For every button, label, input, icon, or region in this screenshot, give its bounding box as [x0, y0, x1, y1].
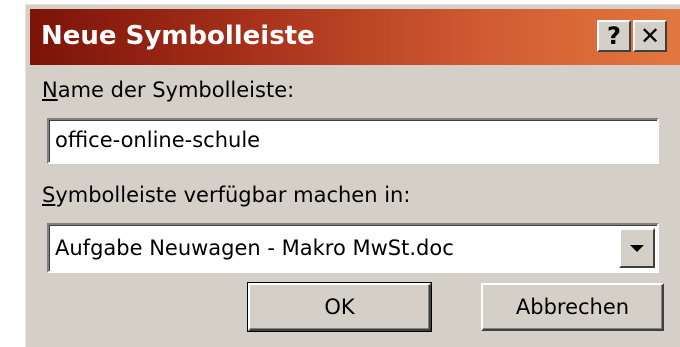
toolbar-name-input[interactable]: office-online-schule	[47, 118, 659, 164]
cancel-button[interactable]: Abbrechen	[481, 283, 664, 331]
title-bar[interactable]: Neue Symbolleiste ? ✕	[30, 9, 680, 65]
toolbar-name-label: Name der Symbolleiste:	[42, 77, 294, 103]
chevron-down-icon	[630, 244, 644, 252]
toolbar-name-label-text: ame der Symbolleiste:	[57, 78, 295, 102]
make-available-value: Aufgabe Neuwagen - Makro MwSt.doc	[55, 236, 454, 260]
help-button[interactable]: ?	[597, 20, 631, 52]
toolbar-name-label-mnemonic: N	[42, 78, 58, 102]
new-toolbar-dialog: Neue Symbolleiste ? ✕ Name der Symbollei…	[25, 4, 680, 347]
make-available-label-mnemonic: S	[42, 183, 56, 207]
make-available-select[interactable]: Aufgabe Neuwagen - Makro MwSt.doc	[47, 223, 659, 273]
make-available-label: Symbolleiste verfügbar machen in:	[42, 182, 410, 208]
close-button[interactable]: ✕	[633, 20, 667, 52]
dialog-title: Neue Symbolleiste	[41, 21, 315, 51]
ok-button[interactable]: OK	[247, 282, 432, 332]
close-icon: ✕	[639, 22, 661, 50]
toolbar-name-value: office-online-schule	[55, 128, 261, 152]
dropdown-button[interactable]	[619, 228, 655, 268]
make-available-label-text: ymbolleiste verfügbar machen in:	[55, 183, 411, 207]
cancel-button-label: Abbrechen	[515, 295, 630, 319]
help-icon: ?	[607, 22, 621, 50]
ok-button-label: OK	[324, 295, 355, 319]
